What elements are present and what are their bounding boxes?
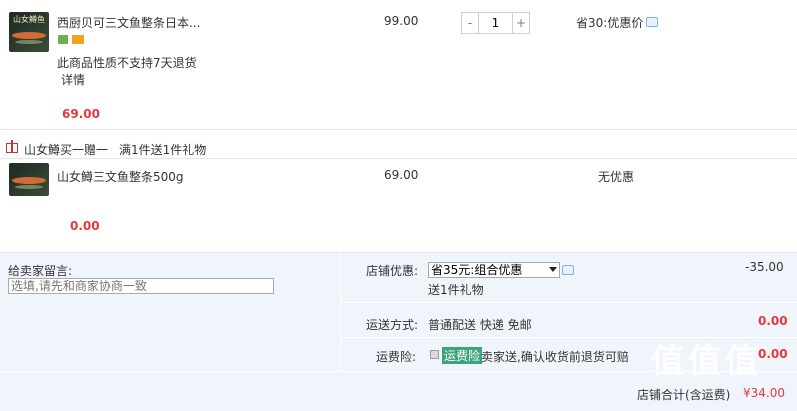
quantity-stepper[interactable]: - + bbox=[461, 12, 530, 34]
gift-item-title[interactable]: 山女鳟三文鱼整条500g bbox=[57, 168, 184, 185]
gift-icon bbox=[6, 140, 18, 153]
seller-message-label: 给卖家留言: bbox=[8, 264, 73, 278]
shop-discount-amount: -35.00 bbox=[745, 260, 784, 274]
row-divider bbox=[0, 158, 797, 159]
chat-icon[interactable] bbox=[646, 17, 658, 27]
shop-total-label: 店铺合计(含运费) bbox=[637, 388, 731, 402]
insurance-checkbox[interactable] bbox=[430, 350, 439, 359]
insurance-description: 卖家送,确认收货前退货可赔 bbox=[481, 350, 629, 364]
gift-promo-rule: 满1件送1件礼物 bbox=[119, 143, 207, 157]
gift-promo-title: 山女鳟买一赠一 bbox=[24, 143, 109, 157]
chat-icon[interactable] bbox=[562, 265, 574, 275]
gift-item-thumbnail[interactable] bbox=[9, 163, 49, 196]
service-badge-icon bbox=[58, 35, 68, 44]
gift-note: 送1件礼物 bbox=[428, 283, 484, 297]
insurance-label: 运费险: bbox=[376, 350, 417, 364]
gift-item-discount: 无优惠 bbox=[598, 170, 635, 184]
shop-total-amount: ¥34.00 bbox=[743, 386, 785, 400]
watermark: 值值值 bbox=[651, 341, 762, 380]
shop-discount-selected: 省35元:组合优惠 bbox=[431, 263, 523, 277]
insurance-amount: 0.00 bbox=[758, 347, 788, 361]
gift-item-unit-price: 69.00 bbox=[384, 168, 419, 182]
gift-item-subtotal: 0.00 bbox=[70, 219, 100, 233]
quantity-input[interactable] bbox=[479, 13, 512, 33]
product-title-link[interactable]: 西厨贝可三文鱼整条日本... bbox=[57, 14, 200, 31]
seller-message-input[interactable] bbox=[8, 278, 274, 294]
panel-row-divider bbox=[340, 302, 797, 303]
increase-quantity-button[interactable]: + bbox=[512, 13, 529, 33]
return-policy-notice: 此商品性质不支持7天退货 bbox=[57, 56, 197, 70]
shipping-method: 普通配送 快递 免邮 bbox=[428, 318, 532, 332]
panel-vertical-divider bbox=[340, 252, 341, 372]
decrease-quantity-button[interactable]: - bbox=[462, 13, 479, 33]
card-badge-icon bbox=[72, 35, 84, 44]
row-divider bbox=[0, 129, 797, 130]
item-subtotal: 69.00 bbox=[62, 107, 100, 121]
detail-link[interactable]: 详情 bbox=[61, 71, 85, 88]
chevron-down-icon bbox=[549, 267, 557, 272]
product-thumbnail[interactable]: 山女鳟鱼 bbox=[9, 12, 49, 52]
shipping-amount: 0.00 bbox=[758, 314, 788, 328]
discount-text: 省30:优惠价 bbox=[576, 16, 644, 30]
shop-discount-label: 店铺优惠: bbox=[366, 264, 419, 278]
thumbnail-brand-text: 山女鳟鱼 bbox=[13, 15, 45, 24]
shipping-label: 运送方式: bbox=[366, 318, 419, 332]
insurance-badge: 运费险 bbox=[442, 347, 483, 364]
unit-price: 99.00 bbox=[384, 14, 419, 28]
shop-discount-select[interactable]: 省35元:组合优惠 bbox=[428, 262, 560, 278]
